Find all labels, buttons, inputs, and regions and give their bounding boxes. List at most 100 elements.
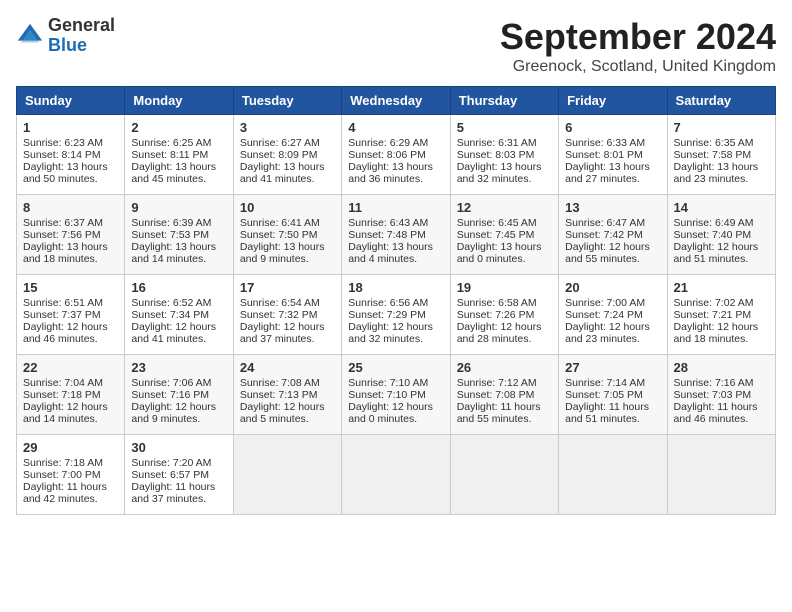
day-number: 2 <box>131 120 226 135</box>
daylight-text: Daylight: 11 hours and 55 minutes. <box>457 401 552 425</box>
calendar-cell <box>559 435 667 515</box>
sunset-text: Sunset: 7:21 PM <box>674 309 769 321</box>
daylight-text: Daylight: 12 hours and 46 minutes. <box>23 321 118 345</box>
sunrise-text: Sunrise: 7:04 AM <box>23 377 118 389</box>
sunrise-text: Sunrise: 7:18 AM <box>23 457 118 469</box>
sunset-text: Sunset: 8:01 PM <box>565 149 660 161</box>
day-number: 16 <box>131 280 226 295</box>
sunset-text: Sunset: 7:03 PM <box>674 389 769 401</box>
calendar-cell: 7Sunrise: 6:35 AMSunset: 7:58 PMDaylight… <box>667 115 775 195</box>
sunset-text: Sunset: 7:56 PM <box>23 229 118 241</box>
sunset-text: Sunset: 7:53 PM <box>131 229 226 241</box>
calendar-cell: 11Sunrise: 6:43 AMSunset: 7:48 PMDayligh… <box>342 195 450 275</box>
calendar-cell: 13Sunrise: 6:47 AMSunset: 7:42 PMDayligh… <box>559 195 667 275</box>
sunrise-text: Sunrise: 6:31 AM <box>457 137 552 149</box>
sunset-text: Sunset: 8:03 PM <box>457 149 552 161</box>
sunrise-text: Sunrise: 6:27 AM <box>240 137 335 149</box>
daylight-text: Daylight: 12 hours and 0 minutes. <box>348 401 443 425</box>
sunrise-text: Sunrise: 6:49 AM <box>674 217 769 229</box>
day-number: 9 <box>131 200 226 215</box>
daylight-text: Daylight: 13 hours and 32 minutes. <box>457 161 552 185</box>
calendar-cell: 6Sunrise: 6:33 AMSunset: 8:01 PMDaylight… <box>559 115 667 195</box>
weekday-header-thursday: Thursday <box>450 87 558 115</box>
sunrise-text: Sunrise: 7:20 AM <box>131 457 226 469</box>
calendar-week-2: 8Sunrise: 6:37 AMSunset: 7:56 PMDaylight… <box>17 195 776 275</box>
day-number: 29 <box>23 440 118 455</box>
daylight-text: Daylight: 12 hours and 14 minutes. <box>23 401 118 425</box>
calendar-cell: 25Sunrise: 7:10 AMSunset: 7:10 PMDayligh… <box>342 355 450 435</box>
day-number: 17 <box>240 280 335 295</box>
logo-blue: Blue <box>48 36 115 56</box>
day-number: 27 <box>565 360 660 375</box>
sunrise-text: Sunrise: 6:41 AM <box>240 217 335 229</box>
calendar-cell: 21Sunrise: 7:02 AMSunset: 7:21 PMDayligh… <box>667 275 775 355</box>
weekday-header-tuesday: Tuesday <box>233 87 341 115</box>
sunset-text: Sunset: 7:58 PM <box>674 149 769 161</box>
sunset-text: Sunset: 6:57 PM <box>131 469 226 481</box>
day-number: 18 <box>348 280 443 295</box>
sunset-text: Sunset: 7:29 PM <box>348 309 443 321</box>
sunrise-text: Sunrise: 7:10 AM <box>348 377 443 389</box>
calendar-cell: 28Sunrise: 7:16 AMSunset: 7:03 PMDayligh… <box>667 355 775 435</box>
daylight-text: Daylight: 13 hours and 50 minutes. <box>23 161 118 185</box>
logo-icon <box>16 22 44 50</box>
sunrise-text: Sunrise: 6:39 AM <box>131 217 226 229</box>
calendar-cell: 26Sunrise: 7:12 AMSunset: 7:08 PMDayligh… <box>450 355 558 435</box>
daylight-text: Daylight: 11 hours and 51 minutes. <box>565 401 660 425</box>
day-number: 15 <box>23 280 118 295</box>
title-area: September 2024 Greenock, Scotland, Unite… <box>500 16 776 76</box>
calendar-cell: 9Sunrise: 6:39 AMSunset: 7:53 PMDaylight… <box>125 195 233 275</box>
day-number: 7 <box>674 120 769 135</box>
sunrise-text: Sunrise: 6:56 AM <box>348 297 443 309</box>
daylight-text: Daylight: 12 hours and 28 minutes. <box>457 321 552 345</box>
sunset-text: Sunset: 7:26 PM <box>457 309 552 321</box>
calendar-cell: 2Sunrise: 6:25 AMSunset: 8:11 PMDaylight… <box>125 115 233 195</box>
sunrise-text: Sunrise: 7:00 AM <box>565 297 660 309</box>
calendar-cell: 16Sunrise: 6:52 AMSunset: 7:34 PMDayligh… <box>125 275 233 355</box>
calendar-cell: 27Sunrise: 7:14 AMSunset: 7:05 PMDayligh… <box>559 355 667 435</box>
sunrise-text: Sunrise: 7:16 AM <box>674 377 769 389</box>
calendar-cell <box>667 435 775 515</box>
page-header: General Blue September 2024 Greenock, Sc… <box>16 16 776 76</box>
day-number: 23 <box>131 360 226 375</box>
day-number: 20 <box>565 280 660 295</box>
sunrise-text: Sunrise: 7:14 AM <box>565 377 660 389</box>
daylight-text: Daylight: 12 hours and 55 minutes. <box>565 241 660 265</box>
calendar-cell: 17Sunrise: 6:54 AMSunset: 7:32 PMDayligh… <box>233 275 341 355</box>
day-number: 6 <box>565 120 660 135</box>
calendar-cell: 5 Sunrise: 6:31 AMSunset: 8:03 PMDaylight… <box>450 115 558 195</box>
sunrise-text: Sunrise: 6:37 AM <box>23 217 118 229</box>
sunrise-text: Sunrise: 6:29 AM <box>348 137 443 149</box>
daylight-text: Daylight: 12 hours and 32 minutes. <box>348 321 443 345</box>
calendar-week-5: 29Sunrise: 7:18 AMSunset: 7:00 PMDayligh… <box>17 435 776 515</box>
daylight-text: Daylight: 11 hours and 42 minutes. <box>23 481 118 505</box>
daylight-text: Daylight: 13 hours and 18 minutes. <box>23 241 118 265</box>
daylight-text: Daylight: 12 hours and 9 minutes. <box>131 401 226 425</box>
calendar-cell: 19Sunrise: 6:58 AMSunset: 7:26 PMDayligh… <box>450 275 558 355</box>
calendar-cell: 8Sunrise: 6:37 AMSunset: 7:56 PMDaylight… <box>17 195 125 275</box>
sunrise-text: Sunrise: 6:23 AM <box>23 137 118 149</box>
sunrise-text: Sunrise: 6:43 AM <box>348 217 443 229</box>
sunset-text: Sunset: 8:06 PM <box>348 149 443 161</box>
sunset-text: Sunset: 7:37 PM <box>23 309 118 321</box>
day-number: 5 <box>457 120 552 135</box>
day-number: 11 <box>348 200 443 215</box>
daylight-text: Daylight: 11 hours and 37 minutes. <box>131 481 226 505</box>
day-number: 14 <box>674 200 769 215</box>
day-number: 30 <box>131 440 226 455</box>
day-number: 4 <box>348 120 443 135</box>
day-number: 22 <box>23 360 118 375</box>
logo-general: General <box>48 16 115 36</box>
sunrise-text: Sunrise: 7:02 AM <box>674 297 769 309</box>
calendar-cell: 24Sunrise: 7:08 AMSunset: 7:13 PMDayligh… <box>233 355 341 435</box>
calendar-cell: 23 Sunrise: 7:06 AMSunset: 7:16 PMDayligh… <box>125 355 233 435</box>
calendar-week-3: 15Sunrise: 6:51 AMSunset: 7:37 PMDayligh… <box>17 275 776 355</box>
calendar-week-1: 1Sunrise: 6:23 AMSunset: 8:14 PMDaylight… <box>17 115 776 195</box>
daylight-text: Daylight: 13 hours and 36 minutes. <box>348 161 443 185</box>
calendar-cell: 22Sunrise: 7:04 AMSunset: 7:18 PMDayligh… <box>17 355 125 435</box>
daylight-text: Daylight: 12 hours and 51 minutes. <box>674 241 769 265</box>
daylight-text: Daylight: 12 hours and 5 minutes. <box>240 401 335 425</box>
sunrise-text: Sunrise: 7:06 AM <box>131 377 226 389</box>
location-title: Greenock, Scotland, United Kingdom <box>500 58 776 76</box>
sunset-text: Sunset: 7:16 PM <box>131 389 226 401</box>
